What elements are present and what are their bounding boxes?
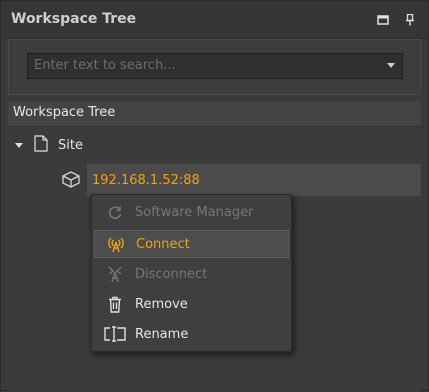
rename-icon (104, 326, 126, 342)
section-header-label: Workspace Tree (13, 105, 116, 120)
chevron-down-icon[interactable] (387, 63, 395, 68)
tower-icon (104, 265, 126, 283)
menu-item-label: Software Manager (135, 204, 254, 220)
menu-item-disconnect[interactable]: Disconnect (94, 260, 289, 288)
context-menu: Software Manager Connect Disconnect Remo… (91, 194, 292, 352)
expand-arrow-icon[interactable] (15, 142, 23, 148)
menu-item-remove[interactable]: Remove (94, 290, 289, 318)
search-container: Enter text to search... (8, 39, 421, 95)
workspace-tree-panel: Workspace Tree Enter text to search... W… (0, 0, 429, 392)
panel-title: Workspace Tree (11, 11, 137, 27)
tree-node-site[interactable]: Site (8, 130, 83, 160)
antenna-icon (105, 235, 127, 253)
menu-item-label: Rename (135, 326, 189, 342)
trash-icon (104, 296, 126, 313)
menu-item-label: Disconnect (135, 266, 208, 282)
tree-node-label: Site (58, 137, 83, 153)
device-box-icon (61, 170, 81, 192)
document-icon (34, 134, 48, 156)
menu-item-connect[interactable]: Connect (94, 230, 289, 258)
section-header: Workspace Tree (8, 101, 421, 127)
tree-node-device-label: 192.168.1.52:88 (92, 172, 200, 188)
menu-item-software-manager[interactable]: Software Manager (94, 198, 289, 226)
menu-item-label: Remove (135, 296, 188, 312)
maximize-icon[interactable] (375, 12, 391, 28)
tree-node-device[interactable]: 192.168.1.52:88 (87, 164, 421, 196)
pin-icon[interactable] (402, 12, 418, 28)
menu-item-label: Connect (136, 236, 190, 252)
search-input[interactable]: Enter text to search... (27, 53, 403, 79)
refresh-icon (104, 204, 126, 220)
search-placeholder: Enter text to search... (34, 58, 176, 73)
panel-titlebar: Workspace Tree (1, 1, 428, 39)
menu-item-rename[interactable]: Rename (94, 320, 289, 348)
